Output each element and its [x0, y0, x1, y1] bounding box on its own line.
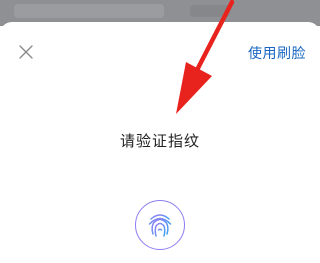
verify-fingerprint-prompt: 请验证指纹 [119, 132, 200, 150]
blurred-content [14, 4, 164, 18]
fingerprint-verify-screen: 使用刷脸 请验证指纹 [0, 0, 320, 263]
fingerprint-icon [148, 214, 172, 238]
blurred-content [190, 5, 230, 17]
close-button[interactable] [16, 42, 36, 62]
use-face-recognition-link[interactable]: 使用刷脸 [248, 43, 306, 63]
fingerprint-button[interactable] [135, 200, 185, 250]
close-icon [19, 45, 33, 59]
